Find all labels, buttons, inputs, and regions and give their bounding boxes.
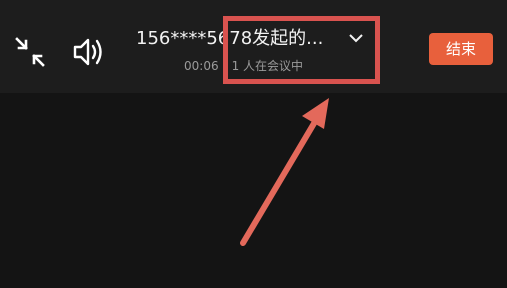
meta-divider xyxy=(224,60,226,71)
speaker-icon xyxy=(73,38,102,66)
meeting-screen: 156****5678发起的... 00:06 1 人在会议中 结束 xyxy=(0,0,507,288)
minimize-button[interactable] xyxy=(12,34,48,70)
speaker-button[interactable] xyxy=(70,34,110,70)
minimize-icon xyxy=(15,37,45,67)
chevron-down-icon[interactable] xyxy=(346,28,366,48)
meeting-info[interactable]: 156****5678发起的... 00:06 1 人在会议中 xyxy=(136,26,376,82)
meeting-topbar: 156****5678发起的... 00:06 1 人在会议中 结束 xyxy=(0,0,507,93)
participant-count: 1 人在会议中 xyxy=(231,59,304,73)
meeting-title: 156****5678发起的... xyxy=(136,28,324,49)
meeting-duration: 00:06 xyxy=(184,59,219,73)
end-meeting-button[interactable]: 结束 xyxy=(429,33,493,65)
meeting-meta: 00:06 1 人在会议中 xyxy=(184,58,303,74)
